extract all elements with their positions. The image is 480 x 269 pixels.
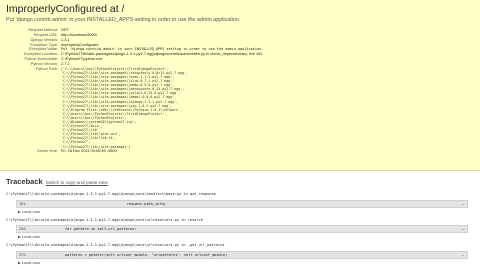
frame-context-line[interactable]: 101. request.path_info) … bbox=[16, 200, 468, 208]
code-line: patterns = getattr(self.urlconf_module, … bbox=[65, 253, 228, 257]
local-vars-toggle[interactable]: ▶Local vars bbox=[18, 234, 40, 239]
switch-to-copy-paste-link[interactable]: Switch to copy-and-paste view bbox=[46, 180, 108, 185]
frame-file-path: C:\Python27\lib\site-packages\django-1.3… bbox=[6, 218, 203, 222]
server-time-value: Fri, 16 Dec 2011 00:00:49 -0500 bbox=[61, 147, 117, 153]
expand-context-icon[interactable]: … bbox=[461, 227, 465, 231]
traceback-section: Traceback Switch to copy-and-paste view C… bbox=[0, 171, 480, 269]
line-number: 101. bbox=[19, 202, 28, 206]
triangle-right-icon: ▶ bbox=[18, 210, 21, 214]
triangle-right-icon: ▶ bbox=[18, 235, 21, 239]
meta-label: Python Path: bbox=[35, 65, 58, 71]
meta-row: Server time: Fri, 16 Dec 2011 00:00:49 -… bbox=[0, 147, 263, 154]
expand-context-icon[interactable]: … bbox=[461, 253, 465, 257]
line-number: 250. bbox=[19, 227, 28, 231]
frame-context-line[interactable]: 279. patterns = getattr(self.urlconf_mod… bbox=[16, 251, 468, 259]
traceback-heading: Traceback Switch to copy-and-paste view bbox=[6, 177, 108, 186]
meta-row: Python Path: ['C:\\Users\\Ani\\PythonPro… bbox=[0, 65, 263, 149]
local-vars-toggle[interactable]: ▶Local vars bbox=[18, 209, 40, 214]
exception-value-heading: Put 'django.contrib.admin' in your INSTA… bbox=[6, 17, 241, 23]
request-meta-table: Request Method: GET Request URL: http://… bbox=[0, 27, 263, 154]
python-path-list: ['C:\\Users\\Ani\\PythonProjects\\FirstD… bbox=[61, 67, 263, 149]
code-line: request.path_info) bbox=[127, 202, 166, 206]
expand-context-icon[interactable]: … bbox=[461, 202, 465, 206]
error-summary: ImproperlyConfigured at / Put 'django.co… bbox=[0, 0, 480, 171]
local-vars-toggle[interactable]: ▶Local vars bbox=[18, 260, 40, 265]
meta-label: Server time: bbox=[37, 147, 58, 153]
local-vars-label: Local vars bbox=[21, 260, 40, 265]
page-title: ImproperlyConfigured at / bbox=[6, 3, 125, 15]
triangle-right-icon: ▶ bbox=[18, 261, 21, 265]
local-vars-label: Local vars bbox=[21, 209, 40, 214]
frame-context-line[interactable]: 250. for pattern in self.url_patterns: … bbox=[16, 225, 468, 233]
local-vars-label: Local vars bbox=[21, 234, 40, 239]
line-number: 279. bbox=[19, 253, 28, 257]
frame-file-path: C:\Python27\lib\site-packages\django-1.3… bbox=[6, 243, 225, 247]
traceback-title: Traceback bbox=[6, 177, 43, 186]
frame-file-path: C:\Python27\lib\site-packages\django-1.3… bbox=[6, 192, 216, 196]
code-line: for pattern in self.url_patterns: bbox=[65, 227, 137, 231]
